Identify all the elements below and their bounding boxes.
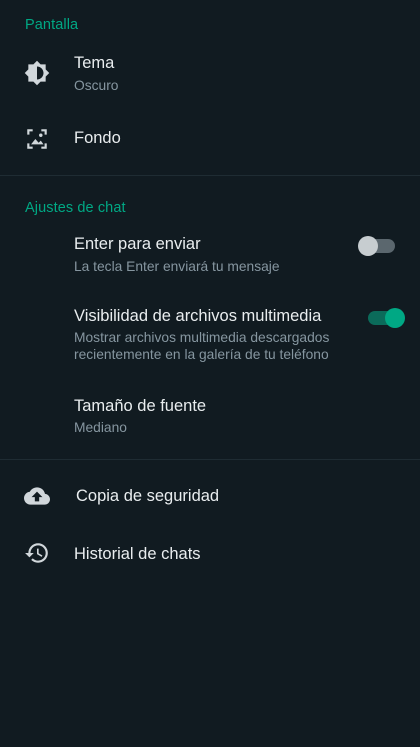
divider bbox=[0, 459, 420, 460]
divider bbox=[0, 175, 420, 176]
setting-media-visibility-title: Visibilidad de archivos multimedia bbox=[74, 307, 322, 325]
setting-theme[interactable]: Tema Oscuro bbox=[0, 45, 420, 107]
setting-backup-title: Copia de seguridad bbox=[76, 487, 220, 505]
setting-wallpaper[interactable]: Fondo bbox=[0, 110, 420, 168]
setting-backup[interactable]: Copia de seguridad bbox=[0, 468, 420, 524]
cloud-upload-icon bbox=[24, 483, 50, 509]
setting-enter-send-title: Enter para enviar bbox=[74, 235, 201, 253]
setting-font-size-value: Mediano bbox=[74, 420, 127, 435]
wallpaper-icon bbox=[24, 126, 50, 152]
brightness-icon bbox=[24, 60, 50, 86]
setting-media-visibility[interactable]: Visibilidad de archivos multimedia Mostr… bbox=[0, 298, 420, 370]
enter-send-toggle[interactable] bbox=[358, 236, 395, 256]
setting-chat-history-title: Historial de chats bbox=[74, 545, 201, 563]
setting-enter-send[interactable]: Enter para enviar La tecla Enter enviará… bbox=[0, 226, 420, 284]
setting-theme-value: Oscuro bbox=[74, 78, 119, 93]
media-visibility-toggle[interactable] bbox=[368, 308, 405, 328]
setting-chat-history[interactable]: Historial de chats bbox=[0, 526, 420, 582]
setting-font-size-title: Tamaño de fuente bbox=[74, 397, 207, 415]
setting-font-size[interactable]: Tamaño de fuente Mediano bbox=[0, 388, 420, 446]
toggle-knob bbox=[358, 236, 378, 256]
section-header-chat: Ajustes de chat bbox=[25, 200, 126, 216]
setting-media-visibility-subtitle: Mostrar archivos multimedia descargados … bbox=[74, 330, 330, 362]
section-header-display: Pantalla bbox=[25, 17, 79, 33]
history-icon bbox=[24, 540, 50, 566]
setting-theme-title: Tema bbox=[74, 54, 115, 72]
setting-wallpaper-title: Fondo bbox=[74, 129, 121, 147]
toggle-knob bbox=[385, 308, 405, 328]
setting-enter-send-subtitle: La tecla Enter enviará tu mensaje bbox=[74, 259, 280, 274]
